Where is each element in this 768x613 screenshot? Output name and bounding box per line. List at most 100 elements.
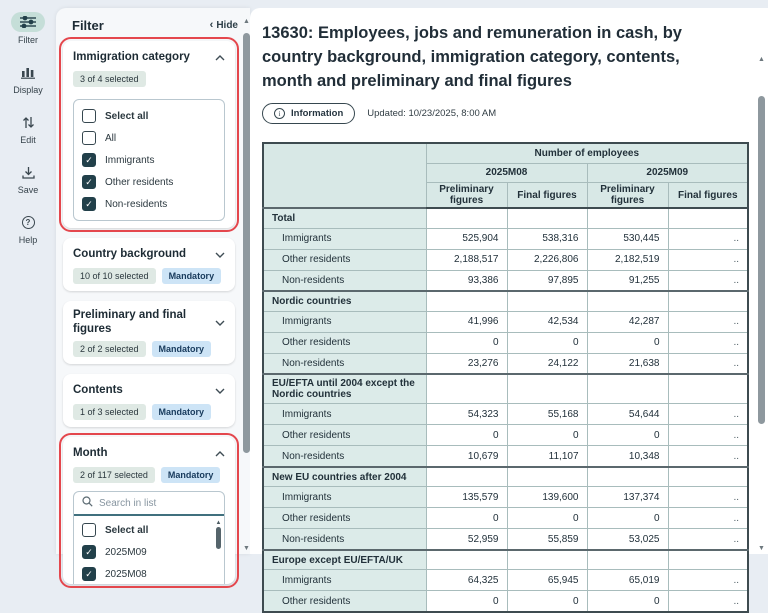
mandatory-badge: Mandatory bbox=[162, 268, 222, 284]
toolbar-item-save[interactable]: Save bbox=[11, 162, 45, 195]
row-label-cell: Other residents bbox=[263, 249, 426, 270]
value-cell: .. bbox=[668, 591, 748, 612]
month-list-scrollbar[interactable]: ▲ bbox=[215, 520, 222, 584]
value-cell: 0 bbox=[507, 425, 587, 446]
immigration-options: Select allAll ✓ Immigrants ✓ Other residents… bbox=[73, 99, 225, 221]
value-cell: 538,316 bbox=[507, 228, 587, 249]
chevron-up-icon[interactable] bbox=[215, 444, 225, 462]
icon-toolbar: Filter Display Edit Save ? Help bbox=[0, 0, 56, 554]
checked-checkbox-icon[interactable]: ✓ bbox=[82, 545, 96, 559]
checkbox-option[interactable]: ✓ Immigrants bbox=[82, 149, 216, 171]
row-label-cell: Immigrants bbox=[263, 228, 426, 249]
group-label-cell: Nordic countries bbox=[263, 291, 426, 311]
table-data-row: Immigrants525,904538,316530,445.. bbox=[263, 228, 748, 249]
table-data-row: Non-residents52,95955,85953,025.. bbox=[263, 529, 748, 550]
option-label: Other residents bbox=[105, 177, 173, 188]
empty-cell bbox=[668, 291, 748, 311]
row-label-cell: Other residents bbox=[263, 425, 426, 446]
table-data-row: Immigrants135,579139,600137,374.. bbox=[263, 487, 748, 508]
checked-checkbox-icon[interactable]: ✓ bbox=[82, 175, 96, 189]
value-cell: 0 bbox=[426, 508, 507, 529]
unchecked-checkbox-icon[interactable] bbox=[82, 131, 96, 145]
row-label-cell: Immigrants bbox=[263, 404, 426, 425]
value-cell: 54,323 bbox=[426, 404, 507, 425]
table-top-header: Number of employees bbox=[426, 143, 748, 163]
empty-cell bbox=[507, 208, 587, 228]
scroll-down-icon[interactable]: ▼ bbox=[757, 545, 766, 552]
statistics-table: Number of employees 2025M08 2025M09 Prel… bbox=[262, 142, 749, 613]
option-label: Select all bbox=[105, 525, 148, 536]
checkbox-option[interactable]: Select all bbox=[82, 519, 214, 541]
empty-cell bbox=[668, 550, 748, 570]
empty-cell bbox=[668, 374, 748, 404]
value-cell: .. bbox=[668, 425, 748, 446]
month-search-input[interactable]: Search in list bbox=[74, 492, 224, 516]
filter-section-contents: Contents 1 of 3 selected Mandatory bbox=[63, 374, 235, 427]
scrollbar-thumb[interactable] bbox=[243, 33, 250, 453]
table-stub-corner bbox=[263, 143, 426, 208]
empty-cell bbox=[587, 467, 668, 487]
value-cell: 10,348 bbox=[587, 446, 668, 467]
filter-section-immigration-category: Immigration category 3 of 4 selected Sel… bbox=[63, 41, 235, 228]
toolbar-item-display[interactable]: Display bbox=[11, 62, 45, 95]
value-cell: .. bbox=[668, 270, 748, 291]
checkbox-option[interactable]: Select all bbox=[82, 105, 216, 127]
empty-cell bbox=[668, 467, 748, 487]
value-cell: 24,122 bbox=[507, 353, 587, 374]
table-data-row: Non-residents23,27624,12221,638.. bbox=[263, 353, 748, 374]
value-cell: .. bbox=[668, 353, 748, 374]
checked-checkbox-icon[interactable]: ✓ bbox=[82, 197, 96, 211]
empty-cell bbox=[587, 291, 668, 311]
unchecked-checkbox-icon[interactable] bbox=[82, 109, 96, 123]
download-icon bbox=[11, 162, 45, 182]
value-cell: .. bbox=[668, 249, 748, 270]
table-data-row: Other residents000.. bbox=[263, 425, 748, 446]
checkbox-option[interactable]: All bbox=[82, 127, 216, 149]
value-cell: 53,025 bbox=[587, 529, 668, 550]
main-scrollbar[interactable]: ▲ ▼ bbox=[757, 56, 766, 552]
value-cell: 55,859 bbox=[507, 529, 587, 550]
toolbar-label: Display bbox=[13, 85, 43, 95]
option-label: Immigrants bbox=[105, 155, 154, 166]
value-cell: 2,188,517 bbox=[426, 249, 507, 270]
chevron-down-icon[interactable] bbox=[215, 245, 225, 263]
value-cell: 0 bbox=[426, 332, 507, 353]
value-cell: 55,168 bbox=[507, 404, 587, 425]
unchecked-checkbox-icon[interactable] bbox=[82, 523, 96, 537]
bar-chart-icon bbox=[11, 62, 45, 82]
mandatory-badge: Mandatory bbox=[161, 467, 221, 483]
section-title: Country background bbox=[73, 247, 186, 261]
value-cell: 42,534 bbox=[507, 311, 587, 332]
value-cell: .. bbox=[668, 228, 748, 249]
scroll-up-icon[interactable]: ▲ bbox=[215, 520, 222, 526]
checkbox-option[interactable]: ✓2025M08 bbox=[82, 563, 214, 584]
hide-panel-button[interactable]: ‹ Hide bbox=[210, 20, 238, 31]
info-icon: i bbox=[274, 108, 285, 119]
row-label-cell: Non-residents bbox=[263, 446, 426, 467]
checked-checkbox-icon[interactable]: ✓ bbox=[82, 567, 96, 581]
scroll-up-icon[interactable]: ▲ bbox=[757, 56, 766, 63]
information-button[interactable]: i Information bbox=[262, 103, 355, 124]
table-data-row: Immigrants41,99642,53442,287.. bbox=[263, 311, 748, 332]
toolbar-item-filter[interactable]: Filter bbox=[11, 12, 45, 45]
row-label-cell: Immigrants bbox=[263, 570, 426, 591]
chevron-down-icon[interactable] bbox=[215, 381, 225, 399]
value-cell: 91,255 bbox=[587, 270, 668, 291]
value-cell: 137,374 bbox=[587, 487, 668, 508]
checkbox-option[interactable]: ✓Non-residents bbox=[82, 193, 216, 215]
chevron-down-icon[interactable] bbox=[215, 313, 225, 331]
value-cell: .. bbox=[668, 446, 748, 467]
table-group-row: Total bbox=[263, 208, 748, 228]
checkbox-option[interactable]: ✓2025M09 bbox=[82, 541, 214, 563]
toolbar-item-edit[interactable]: Edit bbox=[11, 112, 45, 145]
scrollbar-thumb[interactable] bbox=[216, 527, 221, 549]
section-title: Preliminary and final figures bbox=[73, 308, 215, 336]
table-group-row: Europe except EU/EFTA/UK bbox=[263, 550, 748, 570]
value-cell: 41,996 bbox=[426, 311, 507, 332]
checked-checkbox-icon[interactable]: ✓ bbox=[82, 153, 96, 167]
scrollbar-thumb[interactable] bbox=[758, 96, 765, 424]
toolbar-item-help[interactable]: ? Help bbox=[11, 212, 45, 245]
chevron-up-icon[interactable] bbox=[215, 48, 225, 66]
value-cell: 21,638 bbox=[587, 353, 668, 374]
checkbox-option[interactable]: ✓ Other residents bbox=[82, 171, 216, 193]
